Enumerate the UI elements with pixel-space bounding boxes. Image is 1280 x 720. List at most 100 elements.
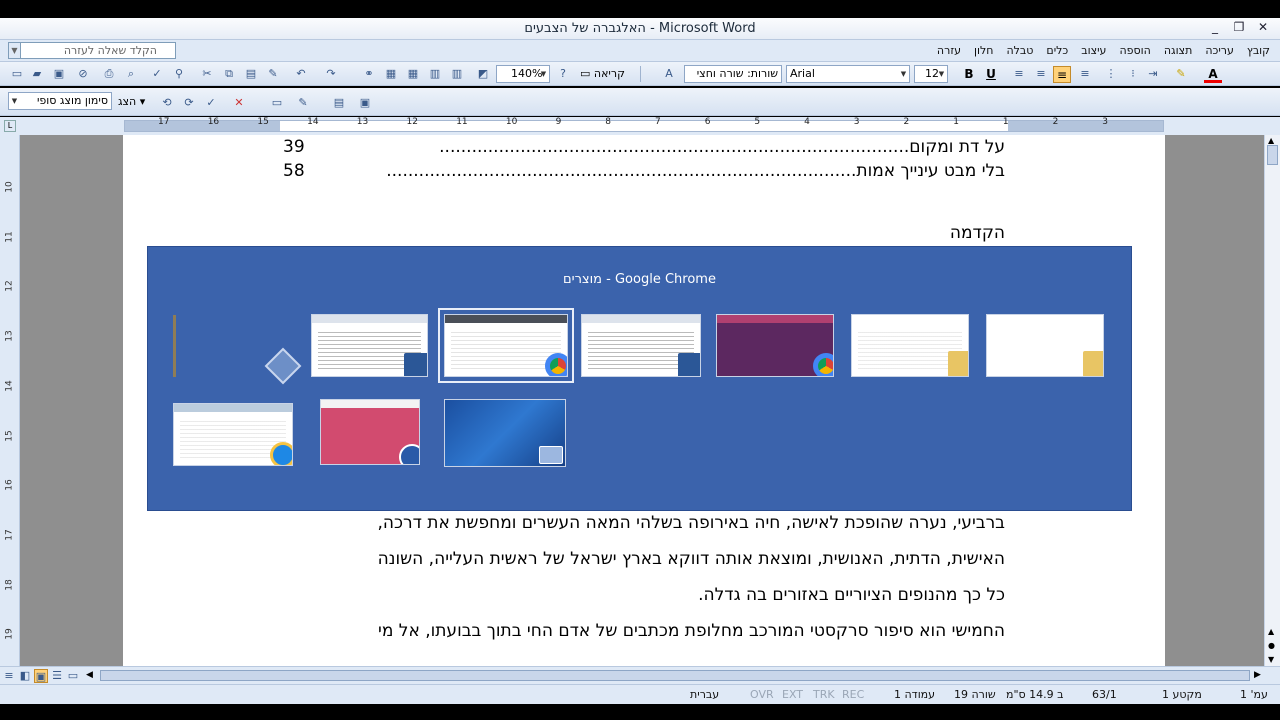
- size-select[interactable]: ▼ 12: [914, 65, 948, 83]
- window-thumbnail-chrome-selected[interactable]: [438, 308, 574, 383]
- status-ext[interactable]: EXT: [782, 688, 803, 701]
- print-layout-icon[interactable]: ▣: [34, 669, 48, 683]
- show-menu[interactable]: הצג ▾: [118, 95, 145, 108]
- help-icon[interactable]: ?: [556, 67, 570, 81]
- prev-page-icon[interactable]: ▲: [1268, 627, 1274, 636]
- align-right-button[interactable]: ≡: [1053, 66, 1071, 83]
- markup-select[interactable]: סימון מוצג סופי ▼: [8, 92, 112, 110]
- vertical-ruler-number: 11: [4, 230, 15, 243]
- align-center-icon[interactable]: ≡: [1034, 67, 1048, 81]
- excel-icon[interactable]: ▥: [428, 67, 442, 81]
- copy-icon[interactable]: ⧉: [222, 67, 236, 81]
- save-icon[interactable]: ▣: [52, 67, 66, 81]
- hscroll-thumb[interactable]: [100, 670, 1250, 681]
- minimize-button[interactable]: _: [1204, 20, 1226, 37]
- open-icon[interactable]: ▰: [30, 67, 44, 81]
- status-trk[interactable]: TRK: [813, 688, 835, 701]
- cut-icon[interactable]: ✂: [200, 67, 214, 81]
- format-painter-icon[interactable]: ✎: [266, 67, 280, 81]
- insert-table-icon[interactable]: ▦: [406, 67, 420, 81]
- reviewing-pane-icon[interactable]: ▤: [332, 96, 346, 110]
- menu-tools[interactable]: כלים: [1046, 44, 1068, 57]
- bold-button[interactable]: B: [960, 66, 978, 83]
- reading-view-icon[interactable]: ▭: [66, 669, 80, 683]
- paste-icon[interactable]: ▤: [244, 67, 258, 81]
- menu-file[interactable]: קובץ: [1247, 44, 1270, 57]
- next-page-icon[interactable]: ▼: [1268, 655, 1274, 664]
- menu-format[interactable]: עיצוב: [1081, 44, 1106, 57]
- window-thumbnail-app[interactable]: [320, 399, 420, 465]
- help-search-input[interactable]: ▼ הקלד שאלה לעזרה: [8, 42, 176, 59]
- style-select[interactable]: שורות: שורה וחצי: [684, 65, 782, 83]
- outline-view-icon[interactable]: ☰: [50, 669, 64, 683]
- chevron-down-icon[interactable]: ▼: [9, 43, 21, 58]
- next-change-icon[interactable]: ⟳: [182, 96, 196, 110]
- window-thumbnail-word-1[interactable]: [311, 314, 428, 377]
- zoom-select[interactable]: ▼ 140%: [496, 65, 550, 83]
- menu-table[interactable]: טבלה: [1006, 44, 1033, 57]
- browse-object-icon[interactable]: ●: [1268, 641, 1275, 650]
- normal-view-icon[interactable]: ≡: [2, 669, 16, 683]
- redo-icon[interactable]: ↷: [324, 67, 338, 81]
- accept-change-icon[interactable]: ✓: [204, 96, 218, 110]
- desktop-icon[interactable]: [264, 347, 302, 385]
- new-icon[interactable]: ▭: [10, 67, 24, 81]
- drawing-icon[interactable]: ◩: [476, 67, 490, 81]
- previous-change-icon[interactable]: ⟲: [160, 96, 174, 110]
- status-rec[interactable]: REC: [842, 688, 864, 701]
- tab-selector[interactable]: L: [4, 120, 16, 132]
- print-icon[interactable]: ⎙: [102, 67, 116, 81]
- font-color-button[interactable]: A: [1204, 66, 1222, 83]
- scroll-right-icon[interactable]: ▶: [1254, 670, 1261, 680]
- highlight-icon[interactable]: ✎: [1174, 67, 1188, 81]
- reviewing-window-icon[interactable]: ▣: [358, 96, 372, 110]
- read-button[interactable]: קריאה ▭: [580, 67, 625, 80]
- styles-icon[interactable]: A: [662, 67, 676, 81]
- menu-help[interactable]: עזרה: [937, 44, 961, 57]
- tables-icon[interactable]: ▦: [384, 67, 398, 81]
- underline-button[interactable]: U: [982, 66, 1000, 83]
- justify-icon[interactable]: ≡: [1078, 67, 1092, 81]
- web-view-icon[interactable]: ◧: [18, 669, 32, 683]
- undo-icon[interactable]: ↶: [294, 67, 308, 81]
- scroll-thumb[interactable]: [1267, 145, 1278, 165]
- chevron-down-icon[interactable]: ▼: [936, 66, 947, 82]
- scroll-left-icon[interactable]: ◀: [86, 670, 93, 680]
- bullets-icon[interactable]: ⁝: [1126, 67, 1140, 81]
- window-thumbnail-explorer-2[interactable]: [986, 314, 1104, 377]
- menu-window[interactable]: חלון: [974, 44, 993, 57]
- research-icon[interactable]: ⚲: [172, 67, 186, 81]
- window-thumbnail-explorer-1[interactable]: [851, 314, 969, 377]
- chevron-down-icon[interactable]: ▼: [538, 66, 549, 82]
- menu-edit[interactable]: עריכה: [1205, 44, 1234, 57]
- window-thumbnail-chrome-2[interactable]: [716, 314, 834, 377]
- window-thumbnail-desktop[interactable]: [444, 399, 566, 467]
- spelling-icon[interactable]: ✓: [150, 67, 164, 81]
- track-changes-icon[interactable]: ✎: [296, 96, 310, 110]
- numbering-icon[interactable]: ⋮: [1104, 67, 1118, 81]
- font-select[interactable]: ▼ Arial: [786, 65, 910, 83]
- comment-icon[interactable]: ▭: [270, 96, 284, 110]
- close-button[interactable]: ✕: [1252, 20, 1274, 37]
- scroll-up-icon[interactable]: ▲: [1268, 136, 1274, 145]
- window-thumbnail-word-2[interactable]: [581, 314, 701, 377]
- indent-icon[interactable]: ⇥: [1146, 67, 1160, 81]
- horizontal-ruler[interactable]: L 17 16 15 14 13 12 11 10 9 8 7 6 5 4 3 2 1 1 2 3: [0, 117, 1280, 135]
- preview-icon[interactable]: ⌕: [124, 67, 138, 81]
- window-thumbnail-ie[interactable]: [173, 403, 293, 466]
- chevron-down-icon[interactable]: ▼: [9, 93, 20, 109]
- chevron-down-icon[interactable]: ▼: [898, 66, 909, 82]
- vertical-scrollbar[interactable]: ▲ ▲ ● ▼: [1264, 135, 1280, 666]
- reject-change-icon[interactable]: ✕: [232, 96, 246, 110]
- toc-entry[interactable]: על דת ומקום.............................…: [283, 137, 1005, 157]
- restore-button[interactable]: ❐: [1228, 20, 1250, 37]
- hyperlink-icon[interactable]: ⚭: [362, 67, 376, 81]
- toc-entry[interactable]: בלי מבט עינייך אמות.....................…: [283, 161, 1005, 181]
- columns-icon[interactable]: ▥: [450, 67, 464, 81]
- status-ovr[interactable]: OVR: [750, 688, 774, 701]
- horizontal-scrollbar[interactable]: ≡ ◧ ▣ ☰ ▭ ◀ ▶: [0, 666, 1280, 684]
- align-left-icon[interactable]: ≡: [1012, 67, 1026, 81]
- permission-icon[interactable]: ⊘: [76, 67, 90, 81]
- menu-insert[interactable]: הוספה: [1119, 44, 1150, 57]
- menu-view[interactable]: תצוגה: [1164, 44, 1192, 57]
